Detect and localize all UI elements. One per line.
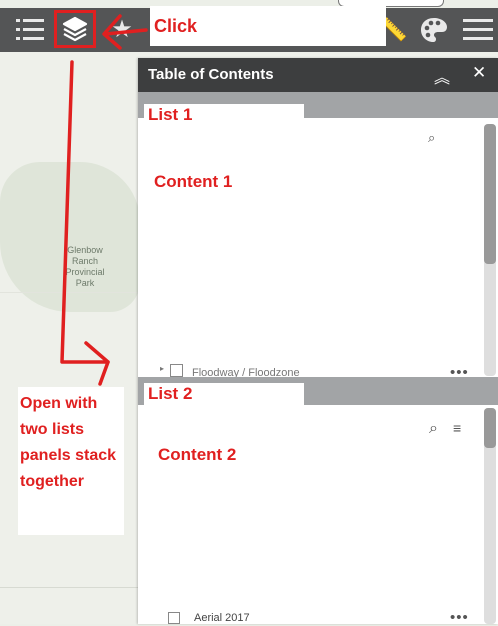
annotation-arrows xyxy=(60,14,148,386)
